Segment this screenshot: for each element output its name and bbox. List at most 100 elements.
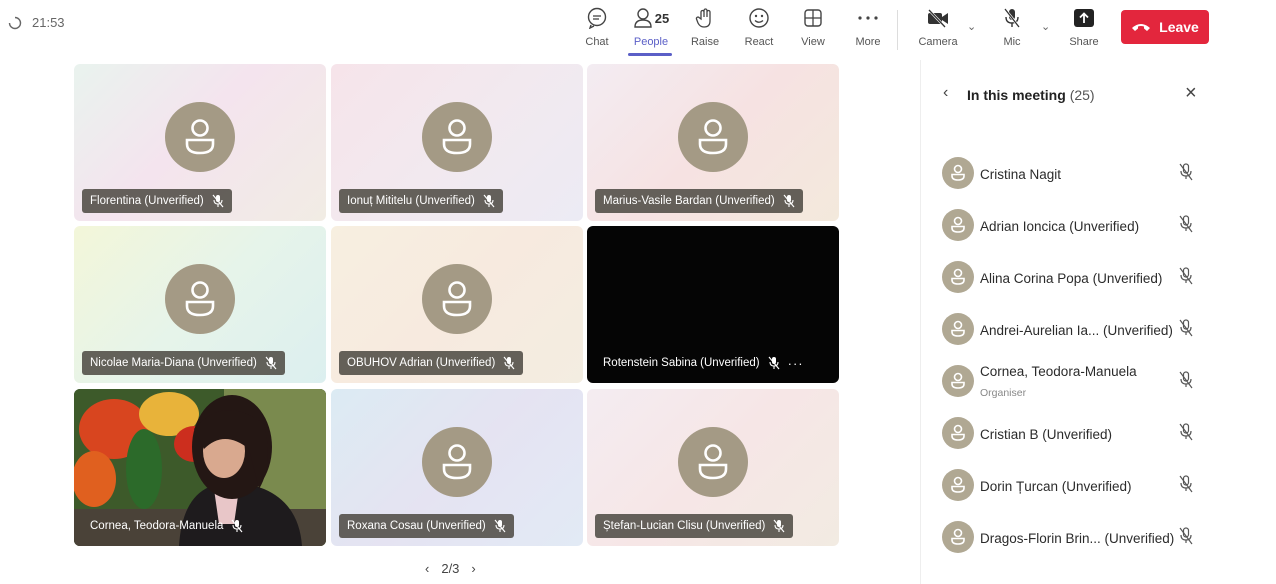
participant-row[interactable]: Dragos-Florin Brin... (Unverified) bbox=[921, 512, 1213, 564]
participant-row[interactable]: Dorin Țurcan (Unverified) bbox=[921, 460, 1213, 512]
tile-more-options-icon[interactable]: ··· bbox=[788, 356, 804, 371]
video-tile[interactable]: OBUHOV Adrian (Unverified) bbox=[331, 226, 583, 383]
people-count: 25 bbox=[654, 10, 670, 26]
participant-name: Dragos-Florin Brin... (Unverified) bbox=[980, 530, 1175, 546]
participant-row[interactable]: Alina Corina Popa (Unverified) bbox=[921, 252, 1213, 304]
raise-label: Raise bbox=[690, 36, 720, 48]
participant-nametag: Ștefan-Lucian Clisu (Unverified) bbox=[595, 514, 794, 538]
camera-button[interactable]: Camera bbox=[914, 6, 962, 48]
participant-name: Ionuț Mititelu (Unverified) bbox=[347, 195, 475, 207]
meeting-toolbar: 21:53 Chat 25 People Raise React View Mo… bbox=[0, 0, 1276, 60]
camera-off-icon bbox=[928, 9, 948, 28]
participant-name: Cristian B (Unverified) bbox=[980, 426, 1113, 442]
people-button[interactable]: 25 People bbox=[626, 6, 676, 48]
video-tile[interactable]: Nicolae Maria-Diana (Unverified) bbox=[74, 226, 326, 383]
chat-button[interactable]: Chat bbox=[573, 6, 621, 48]
avatar bbox=[942, 365, 974, 397]
mic-off-icon bbox=[212, 194, 224, 208]
camera-options-chevron-icon[interactable]: ⌄ bbox=[967, 20, 976, 33]
avatar bbox=[942, 521, 974, 553]
mic-off-icon bbox=[483, 194, 495, 208]
avatar bbox=[678, 102, 748, 172]
mic-off-icon bbox=[1179, 527, 1193, 545]
view-label: View bbox=[801, 36, 825, 48]
raise-hand-button[interactable]: Raise bbox=[681, 6, 729, 48]
avatar bbox=[422, 427, 492, 497]
grid-view-icon bbox=[804, 9, 822, 27]
participant-name: Dorin Țurcan (Unverified) bbox=[980, 478, 1132, 494]
chat-label: Chat bbox=[585, 36, 609, 48]
participant-nametag: Roxana Cosau (Unverified) bbox=[339, 514, 514, 538]
participant-name: Roxana Cosau (Unverified) bbox=[347, 520, 486, 532]
participant-name: Ștefan-Lucian Clisu (Unverified) bbox=[603, 520, 766, 532]
view-button[interactable]: View bbox=[789, 6, 837, 48]
participant-row[interactable]: Andrei-Aurelian Ia... (Unverified) bbox=[921, 304, 1213, 356]
more-button[interactable]: More bbox=[844, 6, 892, 48]
participant-nametag: OBUHOV Adrian (Unverified) bbox=[339, 351, 524, 375]
person-icon bbox=[698, 119, 728, 155]
mic-off-icon bbox=[1179, 163, 1193, 181]
person-icon bbox=[442, 119, 472, 155]
react-button[interactable]: React bbox=[735, 6, 783, 48]
camera-label: Camera bbox=[918, 36, 958, 48]
mic-options-chevron-icon[interactable]: ⌄ bbox=[1041, 20, 1050, 33]
mic-off-icon bbox=[1179, 423, 1193, 441]
person-icon bbox=[698, 444, 728, 480]
participant-row[interactable]: Cristian B (Unverified) bbox=[921, 408, 1213, 460]
video-tile-camera[interactable]: Cornea, Teodora-Manuela bbox=[74, 389, 326, 546]
participant-nametag: Rotenstein Sabina (Unverified) ··· bbox=[595, 351, 812, 375]
mic-off-icon bbox=[773, 519, 785, 533]
mic-off-icon bbox=[768, 356, 780, 370]
video-tile[interactable]: Ionuț Mititelu (Unverified) bbox=[331, 64, 583, 221]
toolbar-divider bbox=[897, 10, 898, 50]
avatar bbox=[422, 264, 492, 334]
person-icon bbox=[951, 528, 965, 545]
person-icon bbox=[442, 444, 472, 480]
react-label: React bbox=[744, 36, 774, 48]
share-icon bbox=[1074, 9, 1094, 27]
hand-icon bbox=[695, 8, 711, 28]
avatar bbox=[942, 417, 974, 449]
avatar bbox=[422, 102, 492, 172]
mic-button[interactable]: Mic bbox=[988, 6, 1036, 48]
participant-row[interactable]: Adrian Ioncica (Unverified) bbox=[921, 200, 1213, 252]
video-tile[interactable]: Rotenstein Sabina (Unverified) ··· bbox=[587, 226, 839, 383]
leave-button[interactable]: Leave bbox=[1121, 10, 1209, 44]
person-icon bbox=[951, 424, 965, 441]
participant-nametag: Nicolae Maria-Diana (Unverified) bbox=[82, 351, 285, 375]
meeting-time: 21:53 bbox=[32, 15, 65, 30]
more-dots-icon bbox=[858, 16, 878, 20]
person-icon bbox=[185, 119, 215, 155]
participant-name: Marius-Vasile Bardan (Unverified) bbox=[603, 195, 775, 207]
chevron-left-icon[interactable]: ‹ bbox=[425, 561, 429, 576]
close-icon[interactable]: × bbox=[1185, 82, 1197, 105]
video-tile[interactable]: Roxana Cosau (Unverified) bbox=[331, 389, 583, 546]
page-indicator: 2/3 bbox=[441, 561, 460, 576]
participant-row[interactable]: Cornea, Teodora-Manuela Organiser bbox=[921, 356, 1213, 408]
mic-off-icon bbox=[1003, 8, 1021, 28]
video-tile[interactable]: Ștefan-Lucian Clisu (Unverified) bbox=[587, 389, 839, 546]
video-tile[interactable]: Florentina (Unverified) bbox=[74, 64, 326, 221]
participants-panel: ‹ In this meeting (25) × Cristina Nagit … bbox=[920, 60, 1213, 584]
gallery-pager: ‹ 2/3 › bbox=[425, 561, 476, 576]
share-button[interactable]: Share bbox=[1060, 6, 1108, 48]
participant-list: Cristina Nagit Adrian Ioncica (Unverifie… bbox=[921, 148, 1213, 564]
more-label: More bbox=[855, 36, 881, 48]
mic-off-icon bbox=[1179, 475, 1193, 493]
chevron-right-icon[interactable]: › bbox=[471, 561, 475, 576]
avatar bbox=[942, 313, 974, 345]
person-icon bbox=[951, 372, 965, 389]
back-chevron-icon[interactable]: ‹ bbox=[943, 84, 948, 102]
participant-nametag: Cornea, Teodora-Manuela bbox=[82, 514, 251, 538]
participant-nametag: Marius-Vasile Bardan (Unverified) bbox=[595, 189, 803, 213]
mic-off-icon bbox=[1179, 371, 1193, 389]
mic-off-icon bbox=[783, 194, 795, 208]
video-tile[interactable]: Marius-Vasile Bardan (Unverified) bbox=[587, 64, 839, 221]
loading-icon bbox=[8, 16, 22, 29]
participant-row[interactable]: Cristina Nagit bbox=[921, 148, 1213, 200]
people-icon bbox=[634, 8, 652, 28]
chat-icon bbox=[587, 7, 607, 29]
person-icon bbox=[951, 320, 965, 337]
mic-off-icon bbox=[231, 519, 243, 533]
person-icon bbox=[951, 476, 965, 493]
